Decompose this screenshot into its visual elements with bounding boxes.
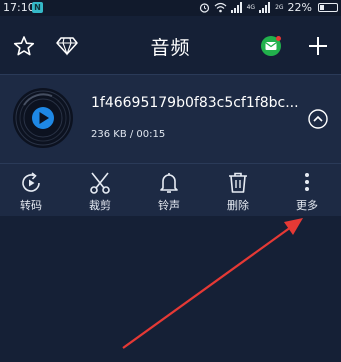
alarm-icon — [199, 3, 209, 13]
file-name: 1f46695179b0f83c5cf1f8bc... — [91, 95, 299, 111]
wifi-icon — [214, 2, 227, 13]
content-area — [0, 216, 341, 362]
battery-fill — [320, 5, 324, 10]
action-toolbar: 转码 裁剪 铃声 删除 更多 — [0, 163, 341, 216]
mail-badge-icon[interactable] — [260, 35, 282, 57]
battery-icon — [318, 3, 338, 12]
status-right: 4G 2G 22% — [199, 1, 338, 14]
signal-icon-2 — [259, 2, 271, 13]
convert-icon — [22, 172, 40, 192]
status-time: 17:10 — [3, 1, 35, 14]
add-icon[interactable] — [307, 35, 329, 57]
notification-icon: N — [32, 2, 43, 13]
ringtone-button[interactable]: 铃声 — [144, 164, 194, 217]
signal-icon — [230, 2, 242, 13]
convert-label: 转码 — [20, 199, 42, 212]
convert-button[interactable]: 转码 — [6, 164, 56, 217]
delete-label: 删除 — [227, 199, 249, 212]
more-vertical-icon — [305, 173, 309, 191]
battery-percent: 22% — [287, 1, 312, 14]
collapse-chevron-icon[interactable] — [308, 109, 328, 129]
network-type-2: 2G — [275, 3, 284, 11]
delete-button[interactable]: 删除 — [213, 164, 263, 217]
trim-label: 裁剪 — [89, 199, 111, 212]
audio-file-item[interactable]: 1f46695179b0f83c5cf1f8bc... 236 KB / 00:… — [0, 74, 341, 163]
scissors-icon — [90, 172, 110, 194]
bell-icon — [160, 173, 178, 193]
more-label: 更多 — [296, 199, 318, 212]
disc-play-icon[interactable] — [12, 87, 74, 149]
ringtone-label: 铃声 — [158, 199, 180, 212]
page-title: 音频 — [150, 37, 191, 59]
trash-icon — [229, 172, 247, 193]
top-bar: 音频 — [0, 16, 341, 74]
file-meta: 236 KB / 00:15 — [91, 129, 166, 140]
more-button[interactable]: 更多 — [282, 164, 332, 217]
trim-button[interactable]: 裁剪 — [75, 164, 125, 217]
status-bar: 17:10 N 4G 2G 22% — [0, 0, 341, 16]
network-type-1: 4G — [246, 3, 256, 11]
